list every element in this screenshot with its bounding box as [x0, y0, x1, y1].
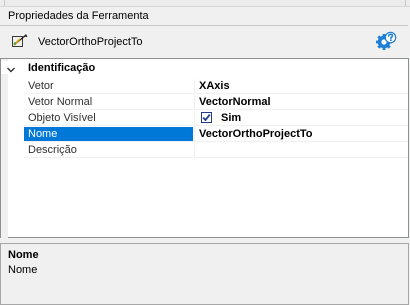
description-panel: Nome Nome [0, 243, 409, 305]
property-value[interactable]: VectorNormal [194, 95, 408, 110]
category-label: Identificação [28, 62, 96, 74]
property-value[interactable]: VectorOrthoProjectTo [194, 127, 408, 142]
tool-properties-panel: Propriedades da Ferramenta VectorOrthoPr… [0, 0, 410, 305]
property-value[interactable] [194, 143, 408, 158]
checkbox-checked-icon[interactable] [201, 112, 212, 123]
tool-header: VectorOrthoProjectTo [0, 27, 410, 55]
property-name: Vetor Normal [24, 95, 193, 110]
property-name: Vetor [24, 79, 193, 94]
top-strip-divider-right [405, 0, 406, 6]
panel-title: Propriedades da Ferramenta [8, 10, 149, 22]
property-row-objeto-visivel[interactable]: Objeto Visível Sim [1, 111, 408, 127]
vector-tool-icon [12, 34, 28, 47]
top-strip [0, 0, 410, 7]
property-row-vetor[interactable]: Vetor XAxis [1, 79, 408, 95]
top-strip-divider-left [0, 0, 5, 6]
category-row-identificacao[interactable]: Identificação [1, 61, 408, 74]
property-value-checkbox[interactable]: Sim [194, 111, 408, 126]
property-name: Descrição [24, 143, 193, 158]
title-divider [0, 25, 408, 26]
tool-name: VectorOrthoProjectTo [38, 36, 143, 48]
property-name: Nome [24, 127, 193, 142]
chevron-down-icon[interactable] [6, 65, 16, 75]
description-text: Nome [8, 264, 38, 276]
property-value[interactable]: XAxis [194, 79, 408, 94]
help-gear-icon[interactable] [374, 30, 398, 54]
property-row-vetor-normal[interactable]: Vetor Normal VectorNormal [1, 95, 408, 111]
property-row-descricao[interactable]: Descrição [1, 143, 408, 159]
property-grid: Identificação Vetor XAxis Vetor Normal V… [0, 58, 409, 239]
description-title: Nome [8, 249, 39, 261]
property-row-nome[interactable]: Nome VectorOrthoProjectTo [1, 127, 408, 143]
checkbox-label: Sim [221, 112, 242, 124]
property-name: Objeto Visível [24, 111, 193, 126]
